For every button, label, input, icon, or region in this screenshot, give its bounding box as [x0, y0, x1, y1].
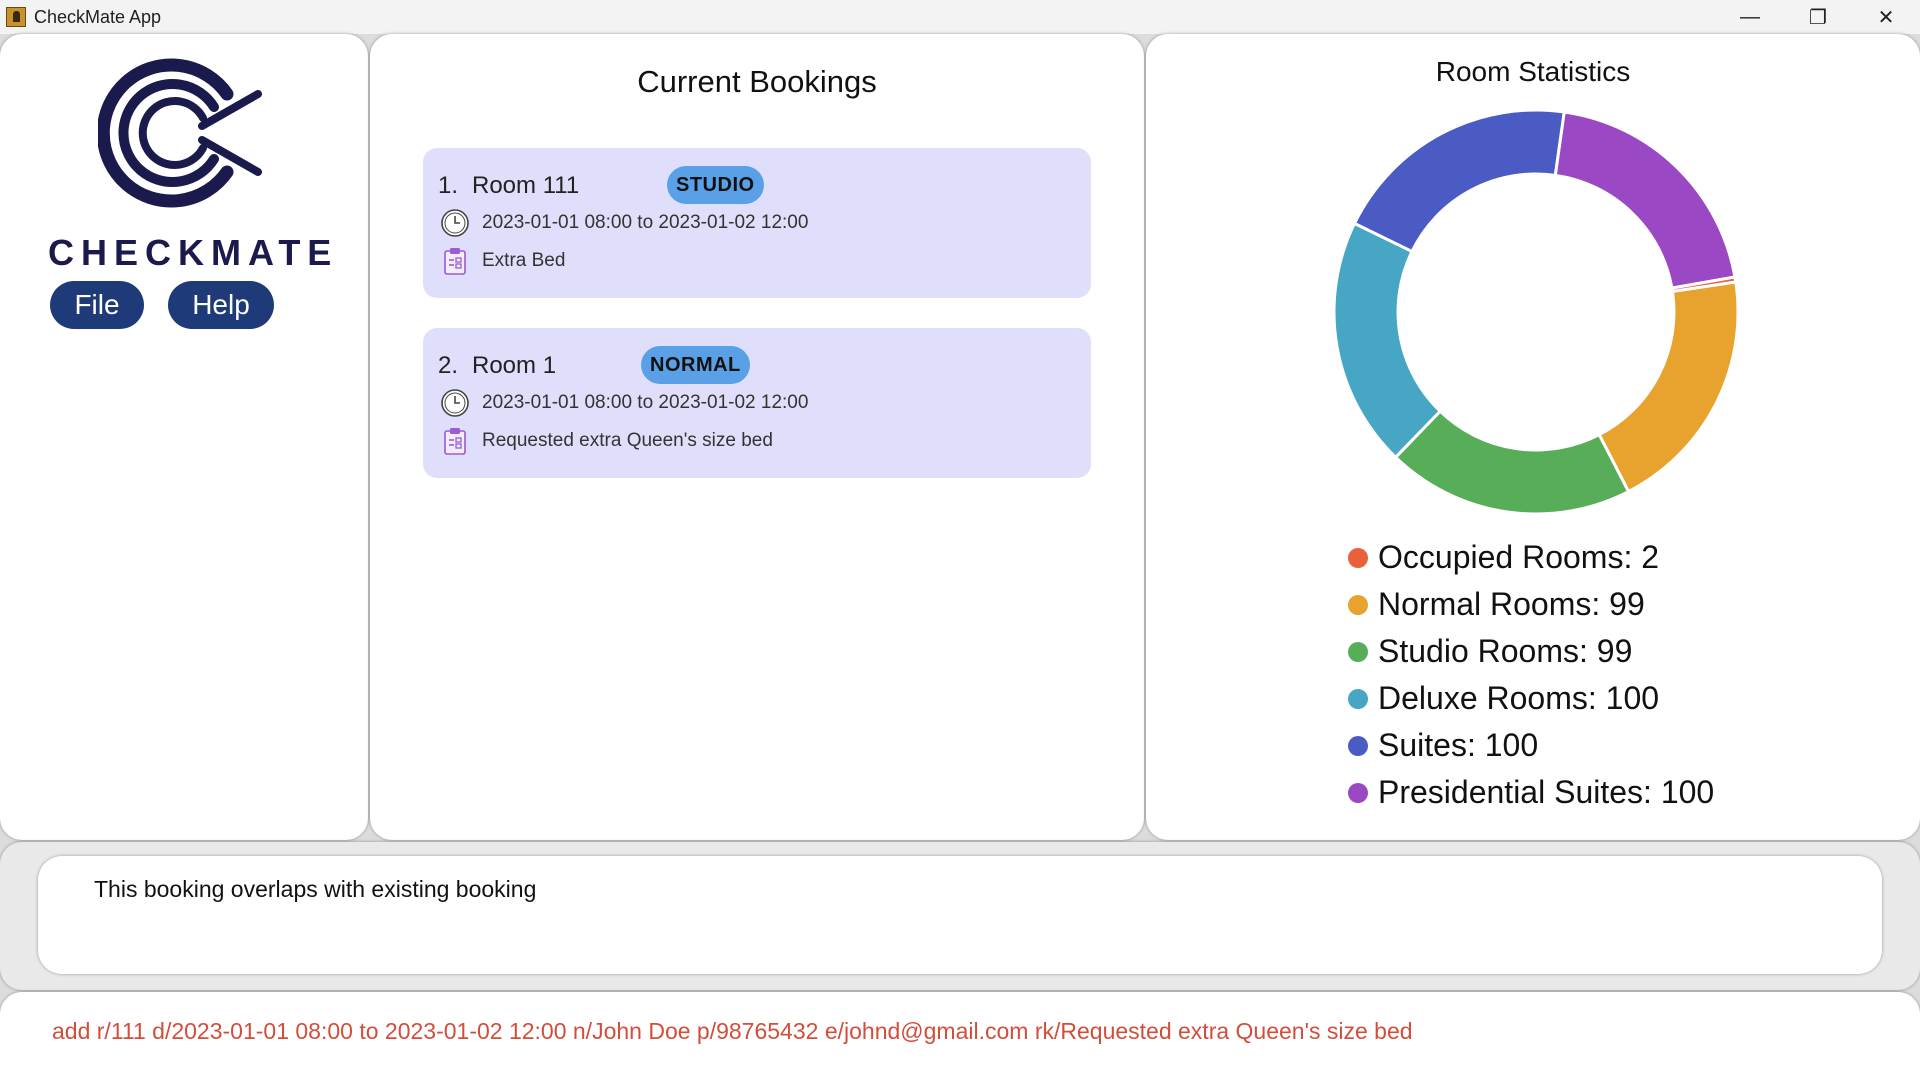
- minimize-button[interactable]: —: [1716, 0, 1784, 34]
- booking-card[interactable]: 2. Room 1 NORMAL 2023-01-01 08:00 to 202…: [423, 328, 1091, 478]
- title-bar: CheckMate App — ❐ ✕: [0, 0, 1920, 34]
- clipboard-icon: [444, 428, 466, 455]
- legend-dot: [1348, 735, 1368, 756]
- restore-button[interactable]: ❐: [1784, 0, 1852, 34]
- booking-index: 2.: [438, 352, 459, 379]
- statistics-panel: Room Statistics Occupied Rooms: 2 Normal…: [1146, 34, 1920, 840]
- booking-index: 1.: [438, 172, 459, 199]
- legend-item: Occupied Rooms: 2: [1348, 534, 1714, 581]
- donut-slice-normal-rooms: [1597, 280, 1740, 494]
- booking-header: 1. Room 111: [438, 172, 579, 200]
- legend-dot: [1348, 782, 1368, 803]
- booking-remark: Requested extra Queen's size bed: [482, 430, 773, 451]
- window-title: CheckMate App: [34, 6, 162, 27]
- donut-slice-presidential-suites: [1553, 110, 1737, 290]
- clock-icon: [441, 209, 469, 237]
- help-menu-button[interactable]: Help: [168, 281, 274, 329]
- legend-label: Occupied Rooms: 2: [1378, 539, 1660, 575]
- window-controls: — ❐ ✕: [1716, 0, 1920, 34]
- room-donut-chart: [1332, 108, 1740, 516]
- donut-slice-studio-rooms: [1393, 409, 1631, 516]
- legend-label: Suites: 100: [1378, 727, 1539, 763]
- room-type-badge: STUDIO: [667, 166, 764, 204]
- booking-room: Room 1: [472, 352, 557, 379]
- result-panel: This booking overlaps with existing book…: [0, 842, 1920, 990]
- legend-label: Studio Rooms: 99: [1378, 633, 1633, 669]
- clock-icon: [441, 389, 469, 417]
- result-message: This booking overlaps with existing book…: [94, 876, 537, 902]
- booking-remark-row: Requested extra Queen's size bed: [440, 426, 773, 456]
- donut-slice-suites: [1352, 108, 1566, 254]
- booking-remark: Extra Bed: [482, 250, 566, 271]
- legend-item: Studio Rooms: 99: [1348, 628, 1714, 675]
- booking-remark-row: Extra Bed: [440, 246, 565, 276]
- booking-dates-row: 2023-01-01 08:00 to 2023-01-02 12:00: [440, 208, 808, 238]
- command-panel: [0, 992, 1920, 1068]
- app-icon: [6, 7, 26, 27]
- legend-dot: [1348, 641, 1368, 662]
- clipboard-icon: [444, 248, 466, 275]
- booking-dates-row: 2023-01-01 08:00 to 2023-01-02 12:00: [440, 388, 808, 418]
- legend-label: Deluxe Rooms: 100: [1378, 680, 1660, 716]
- legend-item: Normal Rooms: 99: [1348, 581, 1714, 628]
- bookings-title: Current Bookings: [637, 64, 877, 99]
- sidebar-panel: CHECKMATE File Help: [0, 34, 368, 840]
- checkmate-logo-icon: [98, 58, 262, 208]
- bookings-panel: Current Bookings 1. Room 111 STUDIO 2023…: [370, 34, 1144, 840]
- booking-dates: 2023-01-01 08:00 to 2023-01-02 12:00: [482, 212, 809, 233]
- legend-dot: [1348, 594, 1368, 615]
- legend-dot: [1348, 688, 1368, 709]
- booking-header: 2. Room 1: [438, 352, 556, 380]
- donut-slice-deluxe-rooms: [1332, 221, 1443, 460]
- booking-room: Room 111: [472, 172, 580, 199]
- legend-item: Presidential Suites: 100: [1348, 769, 1714, 816]
- legend-label: Normal Rooms: 99: [1378, 586, 1645, 622]
- result-display: This booking overlaps with existing book…: [38, 856, 1882, 974]
- legend-label: Presidential Suites: 100: [1378, 774, 1715, 810]
- legend-item: Suites: 100: [1348, 722, 1714, 769]
- chart-legend: Occupied Rooms: 2 Normal Rooms: 99 Studi…: [1348, 534, 1714, 816]
- legend-item: Deluxe Rooms: 100: [1348, 675, 1714, 722]
- booking-card[interactable]: 1. Room 111 STUDIO 2023-01-01 08:00 to 2…: [423, 148, 1091, 298]
- booking-dates: 2023-01-01 08:00 to 2023-01-02 12:00: [482, 392, 809, 413]
- command-input[interactable]: [52, 1014, 1852, 1048]
- file-menu-button[interactable]: File: [50, 281, 144, 329]
- room-type-badge: NORMAL: [641, 346, 750, 384]
- close-button[interactable]: ✕: [1852, 0, 1920, 34]
- brand-name: CHECKMATE: [48, 232, 339, 273]
- legend-dot: [1348, 547, 1368, 568]
- statistics-title: Room Statistics: [1435, 56, 1631, 87]
